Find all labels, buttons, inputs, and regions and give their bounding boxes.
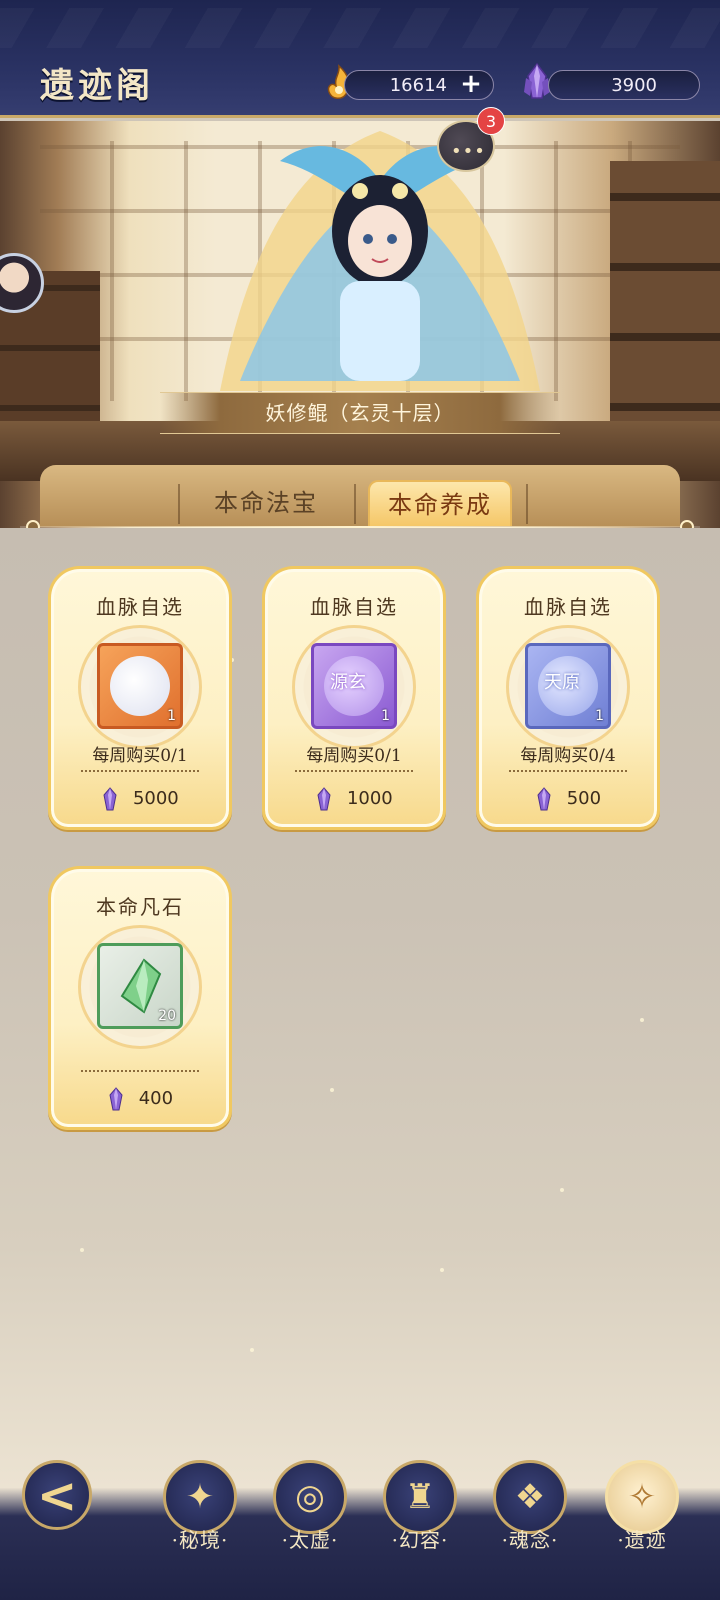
nav-label: ·幻容· bbox=[391, 1528, 449, 1552]
item-glyph: 源玄 bbox=[330, 672, 366, 693]
nav-appearance[interactable]: ♜ ·幻容· bbox=[378, 1460, 462, 1580]
item-quantity: 1 bbox=[381, 708, 390, 724]
tab-bar bbox=[40, 465, 680, 527]
price-amount: 1000 bbox=[346, 788, 393, 809]
nav-label: ·秘境· bbox=[171, 1528, 229, 1552]
character-name: 妖修鲲（玄灵十层） bbox=[160, 392, 560, 434]
price-amount: 400 bbox=[138, 1088, 174, 1109]
void-icon: ◎ bbox=[273, 1460, 347, 1534]
divider bbox=[295, 770, 413, 772]
shop-item-card[interactable]: 血脉自选 源玄 1 每周购买0/1 1000 bbox=[262, 566, 446, 830]
purple-crystal-icon bbox=[537, 787, 551, 811]
nav-soul[interactable]: ❖ ·魂念· bbox=[488, 1460, 572, 1580]
nav-label: ·魂念· bbox=[501, 1528, 559, 1552]
crystal-amount: 3900 bbox=[611, 75, 657, 96]
purple-crystal-icon bbox=[109, 1087, 123, 1111]
mortal-stone-icon[interactable]: 20 bbox=[97, 943, 183, 1029]
item-quantity: 1 bbox=[595, 708, 604, 724]
item-quantity: 20 bbox=[158, 1008, 176, 1024]
page-title: 遗迹阁 bbox=[40, 66, 154, 106]
price[interactable]: 400 bbox=[51, 1087, 229, 1111]
shop-item-card[interactable]: 血脉自选 1 每周购买0/1 5000 bbox=[48, 566, 232, 830]
back-button[interactable]: < bbox=[22, 1460, 92, 1530]
price-amount: 5000 bbox=[132, 788, 179, 809]
bloodline-item-icon[interactable]: 1 bbox=[97, 643, 183, 729]
crystal-currency: 3900 bbox=[548, 70, 700, 100]
tab-divider bbox=[354, 484, 356, 524]
price[interactable]: 5000 bbox=[51, 787, 229, 811]
item-title: 血脉自选 bbox=[524, 595, 612, 619]
add-spirit-button[interactable]: + bbox=[459, 71, 483, 97]
soul-icon: ❖ bbox=[493, 1460, 567, 1534]
chat-badge: 3 bbox=[477, 107, 505, 135]
character-illustration[interactable] bbox=[210, 121, 550, 401]
tab-divider bbox=[526, 484, 528, 524]
nav-ruins[interactable]: ✧ ·遗迹 bbox=[600, 1460, 684, 1580]
chat-icon: ••• bbox=[451, 141, 486, 162]
bloodline-item-icon[interactable]: 天原 1 bbox=[525, 643, 611, 729]
purchase-limit: 每周购买0/1 bbox=[306, 746, 402, 766]
divider bbox=[81, 770, 199, 772]
back-arrow-icon: < bbox=[37, 1468, 78, 1524]
price-amount: 500 bbox=[566, 788, 602, 809]
purchase-limit: 每周购买0/4 bbox=[520, 746, 616, 766]
spirit-currency: 16614 + bbox=[344, 70, 494, 100]
purple-crystal-icon bbox=[103, 787, 117, 811]
item-title: 本命凡石 bbox=[96, 895, 184, 919]
divider bbox=[81, 1070, 199, 1072]
shop-item-card[interactable]: 血脉自选 天原 1 每周购买0/4 500 bbox=[476, 566, 660, 830]
purchase-limit: 每周购买0/1 bbox=[92, 746, 188, 766]
bloodline-item-icon[interactable]: 源玄 1 bbox=[311, 643, 397, 729]
item-title: 血脉自选 bbox=[310, 595, 398, 619]
nav-label: ·太虚· bbox=[281, 1528, 339, 1552]
tab-natal-treasure[interactable]: 本命法宝 bbox=[186, 480, 346, 526]
secret-realm-icon: ✦ bbox=[163, 1460, 237, 1534]
appearance-icon: ♜ bbox=[383, 1460, 457, 1534]
nav-label: ·遗迹 bbox=[617, 1528, 667, 1552]
item-glyph: 天原 bbox=[544, 672, 580, 693]
item-title: 血脉自选 bbox=[96, 595, 184, 619]
item-quantity: 1 bbox=[167, 708, 176, 724]
divider bbox=[509, 770, 627, 772]
price[interactable]: 500 bbox=[479, 787, 657, 811]
purple-crystal-icon bbox=[317, 787, 331, 811]
tab-divider bbox=[178, 484, 180, 524]
nav-void[interactable]: ◎ ·太虚· bbox=[268, 1460, 352, 1580]
shop-item-card[interactable]: 本命凡石 20 400 bbox=[48, 866, 232, 1130]
ruins-icon: ✧ bbox=[605, 1460, 679, 1534]
item-art bbox=[110, 656, 170, 716]
green-stone-icon bbox=[120, 958, 162, 1014]
spirit-amount: 16614 bbox=[389, 75, 447, 96]
price[interactable]: 1000 bbox=[265, 787, 443, 811]
tab-natal-cultivation[interactable]: 本命养成 bbox=[368, 480, 512, 526]
nav-secret-realm[interactable]: ✦ ·秘境· bbox=[158, 1460, 242, 1580]
top-bar: 遗迹阁 16614 + 3900 bbox=[0, 0, 720, 118]
